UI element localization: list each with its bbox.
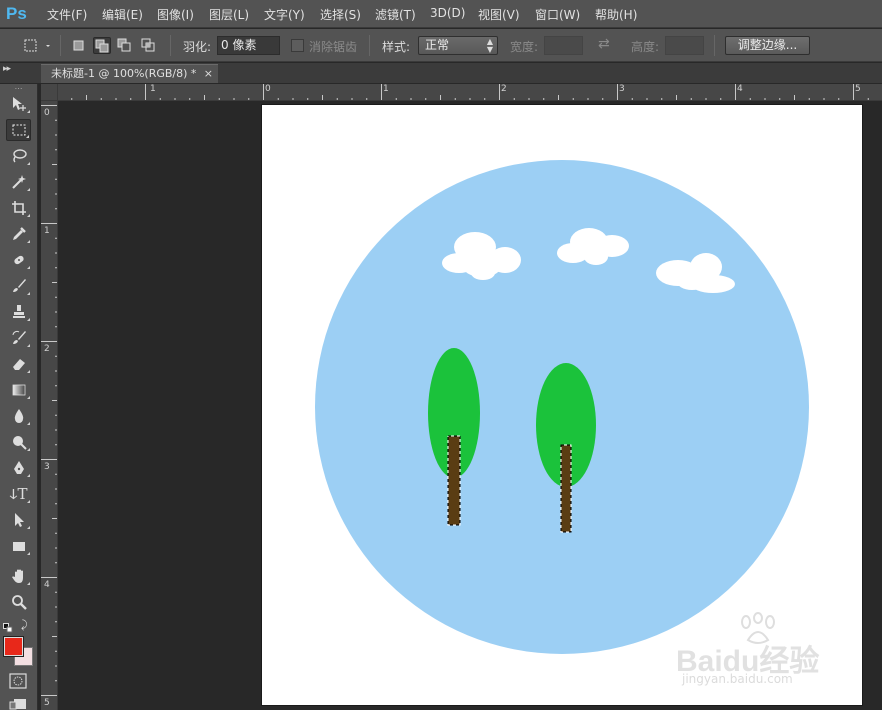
separator [369,35,370,56]
zoom-icon[interactable] [6,591,31,613]
antialias-checkbox[interactable] [291,39,304,52]
gradient-icon[interactable] [6,379,31,401]
menu-image[interactable]: 图像(I) [157,6,194,23]
menu-file[interactable]: 文件(F) [47,6,87,23]
quick-mask-icon[interactable] [9,673,27,689]
watermark-url: jingyan.baidu.com [682,672,793,686]
horizontal-ruler-ticks [41,84,869,100]
feather-input[interactable]: 0 像素 [217,36,280,55]
photoshop-logo: Ps [6,4,27,23]
ruler-label: 5 [855,84,861,94]
menu-type[interactable]: 文字(Y) [264,6,305,23]
healing-brush-icon[interactable] [6,249,31,271]
tool-preset-picker[interactable] [22,37,52,54]
ruler-label: 2 [44,344,50,354]
options-bar: 羽化: 0 像素 消除锯齿 样式: 正常 ▲ ▼ 宽度: ⇄ 高度: 调整边缘..… [0,29,882,62]
subtract-from-selection-icon[interactable] [116,37,134,54]
height-label: 高度: [631,40,660,54]
intersect-selection-icon[interactable] [140,37,158,54]
default-colors-icon[interactable] [3,622,13,633]
ruler-label: 5 [44,698,50,708]
menu-bar: Ps 文件(F) 编辑(E) 图像(I) 图层(L) 文字(Y) 选择(S) 滤… [0,0,882,28]
horizontal-ruler[interactable]: 1 0 1 2 3 4 5 [41,84,882,101]
path-selection-icon[interactable] [6,509,31,531]
document-tab-strip: ▸▸ 未标题-1 @ 100%(RGB/8) * × [0,63,882,83]
watermark: Baidu经验 jingyan.baidu.com [676,612,836,692]
eyedropper-icon[interactable] [6,223,31,245]
pen-icon[interactable] [6,457,31,479]
hand-icon[interactable] [6,565,31,587]
select-arrows-icon: ▲ ▼ [486,37,493,54]
move-icon[interactable] [6,93,31,115]
eraser-icon[interactable] [6,353,31,375]
ruler-label: 3 [619,84,625,94]
rectangle-icon[interactable] [6,535,31,557]
document-tab[interactable]: 未标题-1 @ 100%(RGB/8) * × [41,64,218,83]
close-tab-icon[interactable]: × [204,65,213,82]
style-label: 样式: [382,40,411,54]
menu-layer[interactable]: 图层(L) [209,6,249,23]
new-selection-icon[interactable] [70,37,88,54]
toolbar-grip-icon[interactable]: ⋯ [6,84,31,93]
ruler-label: 1 [44,226,50,236]
ruler-label: 2 [501,84,507,94]
separator [170,35,171,56]
screen-mode-icon[interactable] [9,698,27,710]
vertical-ruler[interactable]: 0 1 2 3 4 5 [41,101,58,710]
width-label: 宽度: [510,40,539,54]
antialias-label: 消除锯齿 [309,40,358,54]
ruler-label: 0 [265,84,271,94]
height-input[interactable] [665,36,704,55]
ruler-label: 3 [44,462,50,472]
separator [60,35,61,56]
swap-dimensions-icon[interactable]: ⇄ [598,36,610,52]
blur-icon[interactable] [6,405,31,427]
ruler-label: 1 [383,84,389,94]
ruler-label: 0 [44,108,50,118]
tree-trunk [561,445,571,532]
menu-3d[interactable]: 3D(D) [430,6,465,20]
menu-select[interactable]: 选择(S) [320,6,361,23]
menu-edit[interactable]: 编辑(E) [102,6,143,23]
style-select[interactable]: 正常 ▲ ▼ [418,36,498,55]
swap-colors-icon[interactable]: ⤸ [21,618,28,632]
magic-wand-icon[interactable] [6,171,31,193]
ruler-origin[interactable] [41,84,58,101]
dodge-icon[interactable] [6,431,31,453]
collapse-panel-icon[interactable]: ▸▸ [3,64,11,74]
marquee-icon[interactable] [6,119,31,141]
feather-label: 羽化: [183,40,212,54]
tools-panel: ⋯ ↆT ⤸ [0,84,38,710]
refine-edge-button[interactable]: 调整边缘... [725,36,810,55]
brush-icon[interactable] [6,275,31,297]
document-tab-title: 未标题-1 @ 100%(RGB/8) * [51,67,197,80]
separator [714,35,715,56]
history-brush-icon[interactable] [6,327,31,349]
vertical-ruler-ticks [41,105,57,696]
tree-trunk [448,436,460,525]
lasso-icon[interactable] [6,145,31,167]
style-value: 正常 [425,38,450,52]
menu-window[interactable]: 窗口(W) [535,6,580,23]
add-to-selection-icon[interactable] [93,37,111,54]
ruler-label: 4 [44,580,50,590]
menu-filter[interactable]: 滤镜(T) [375,6,416,23]
menu-view[interactable]: 视图(V) [478,6,520,23]
width-input[interactable] [544,36,583,55]
menu-help[interactable]: 帮助(H) [595,6,637,23]
ruler-label: 4 [737,84,743,94]
ruler-label: 1 [150,84,156,94]
foreground-color-swatch[interactable] [4,637,23,656]
type-icon[interactable]: ↆT [6,483,31,505]
clone-stamp-icon[interactable] [6,301,31,323]
crop-icon[interactable] [6,197,31,219]
